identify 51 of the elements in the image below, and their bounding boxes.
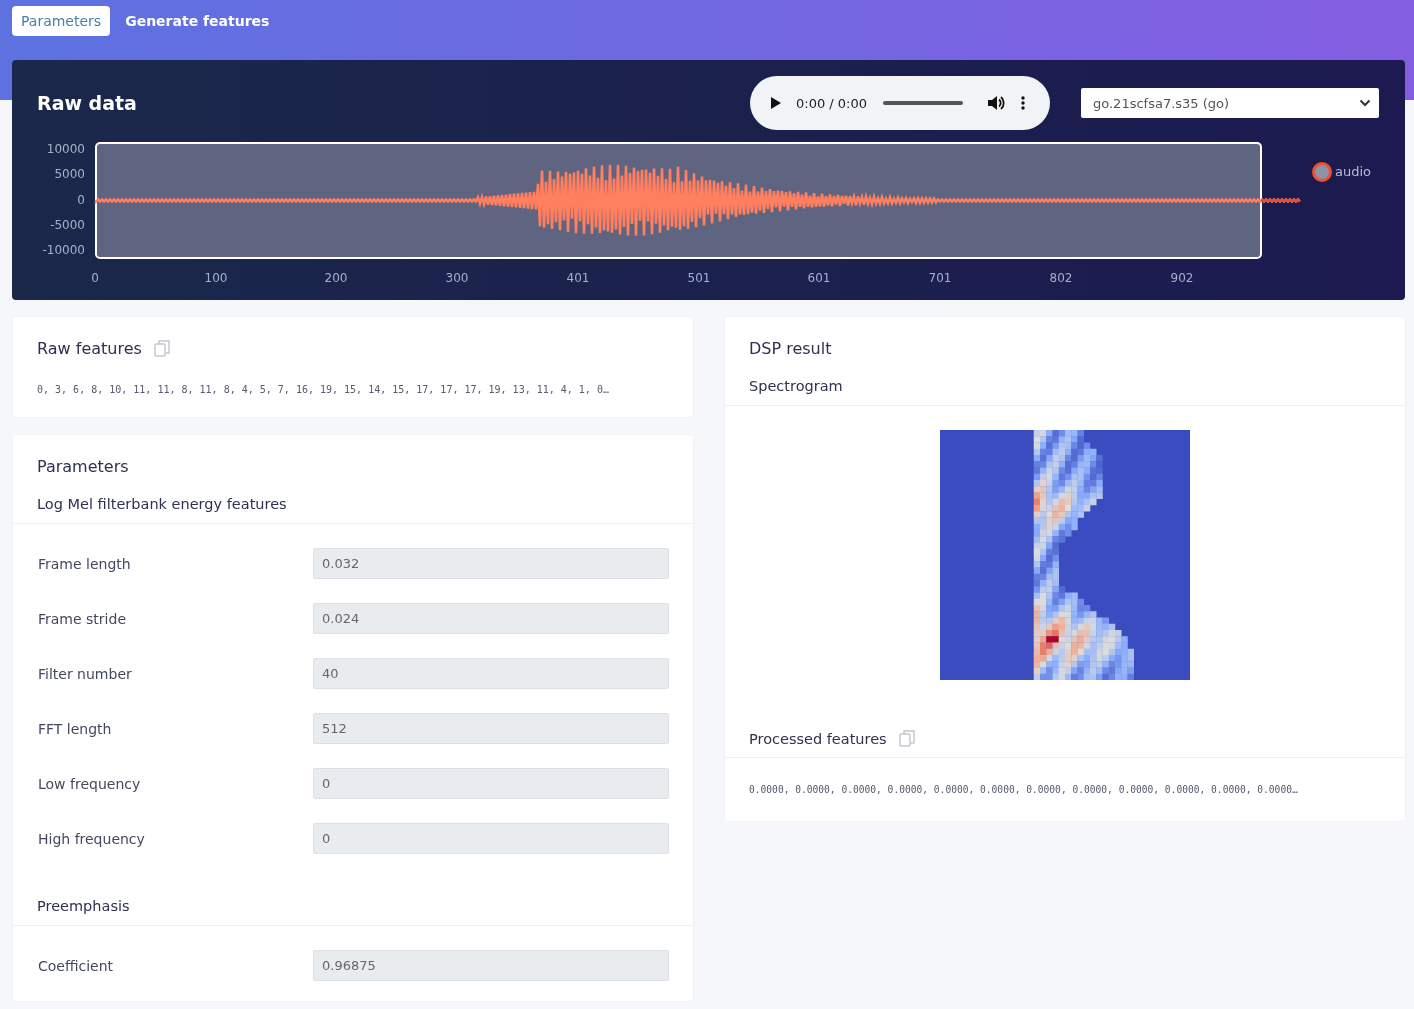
y-axis-tick: -5000 xyxy=(50,218,85,232)
x-axis-tick: 0 xyxy=(91,271,99,285)
x-axis-tick: 100 xyxy=(204,271,228,285)
legend-marker-icon xyxy=(1312,162,1332,182)
y-axis-tick: 10000 xyxy=(46,142,85,156)
section-title: Log Mel filterbank energy features xyxy=(13,476,693,524)
card-title: DSP result xyxy=(748,338,833,358)
y-axis-tick: 0 xyxy=(77,193,85,207)
input-field[interactable]: 40 xyxy=(313,658,669,689)
x-axis-tick: 300 xyxy=(445,271,469,285)
feature-values: 0.0000, 0.0000, 0.0000, 0.0000, 0.0000, 0.0000, 0.0000, 0.0000, 0.0000, 0.0000, 0.0000, 0.0000… xyxy=(748,783,1299,795)
x-axis-tick: 401 xyxy=(566,271,590,285)
section-title: Spectrogram xyxy=(725,358,1405,406)
tab[interactable]: Generate features xyxy=(116,6,279,36)
field-label: Low frequency xyxy=(38,775,142,792)
volume-icon[interactable] xyxy=(987,95,1006,111)
section-title: Processed features xyxy=(749,730,887,747)
x-axis-tick: 701 xyxy=(928,271,952,285)
field-label: FFT length xyxy=(38,720,113,737)
audio-player[interactable]: 0:00 / 0:00 xyxy=(750,76,1050,130)
field-label: High frequency xyxy=(38,830,146,847)
more-icon[interactable] xyxy=(1021,96,1026,110)
card-title: Parameters xyxy=(36,456,130,476)
sample-select[interactable]: go.21scfsa7.s35 (go) xyxy=(1081,88,1379,118)
x-axis-tick: 200 xyxy=(324,271,348,285)
input-field[interactable]: 0.032 xyxy=(313,548,669,579)
card-title: Raw features xyxy=(37,339,142,358)
seek-slider[interactable] xyxy=(883,101,964,105)
field-label: Frame length xyxy=(38,555,132,572)
tab[interactable]: Parameters xyxy=(12,6,111,36)
panel-title: Raw data xyxy=(37,92,138,114)
input-field[interactable]: 0.024 xyxy=(313,603,669,634)
x-axis-tick: 902 xyxy=(1170,271,1194,285)
feature-values: 0, 3, 6, 8, 10, 11, 11, 8, 11, 8, 4, 5, 7, 16, 19, 15, 14, 15, 17, 17, 17, 19, 13, 11, 4, 1, 0… xyxy=(36,383,610,397)
input-field[interactable]: 512 xyxy=(313,713,669,744)
x-axis-tick: 601 xyxy=(807,271,831,285)
y-axis-tick: -10000 xyxy=(42,243,85,257)
input-field[interactable]: 0 xyxy=(313,823,669,854)
play-icon[interactable] xyxy=(770,96,782,110)
field-label: Filter number xyxy=(38,665,133,682)
legend-label: audio xyxy=(1335,164,1372,179)
input-field[interactable]: 0.96875 xyxy=(313,950,669,981)
field-label: Coefficient xyxy=(38,957,115,974)
x-axis-tick: 501 xyxy=(687,271,711,285)
field-label: Frame stride xyxy=(38,610,127,627)
section-title: Preemphasis xyxy=(13,878,693,926)
y-axis-tick: 5000 xyxy=(54,167,85,181)
playback-time: 0:00 / 0:00 xyxy=(796,95,868,111)
input-field[interactable]: 0 xyxy=(313,768,669,799)
chevron-down-icon xyxy=(1359,99,1371,107)
x-axis-tick: 802 xyxy=(1049,271,1073,285)
